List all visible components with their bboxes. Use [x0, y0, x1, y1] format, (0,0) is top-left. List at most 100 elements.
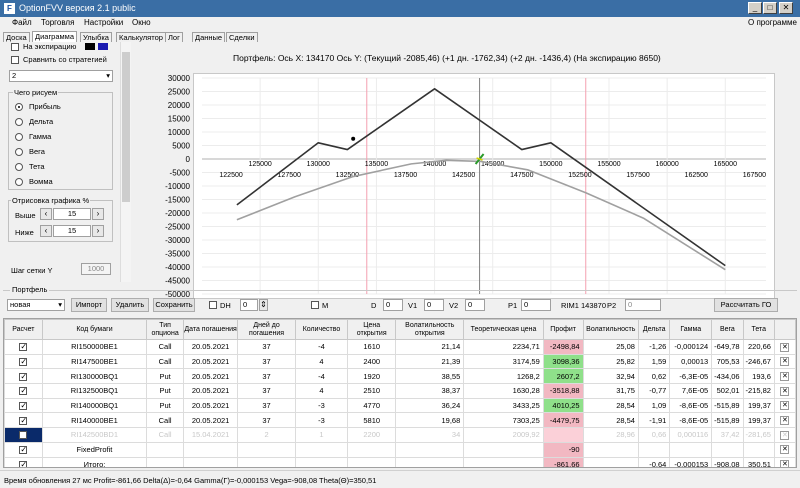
above-increase-button[interactable]: › [92, 208, 104, 220]
remove-row-icon[interactable]: ✕ [780, 401, 790, 411]
tab-log[interactable]: Лог [165, 32, 183, 42]
dh-spinner[interactable]: ⇕ [259, 299, 268, 311]
cell-calc[interactable] [4, 353, 43, 370]
radio-theta[interactable] [15, 163, 23, 171]
remove-row-icon[interactable]: ✕ [780, 342, 790, 352]
radio-vega[interactable] [15, 148, 23, 156]
expiry-color-blue[interactable] [98, 43, 108, 50]
header-delta[interactable]: Дельта [637, 319, 671, 340]
calc-margin-button[interactable]: Рассчитать ГО [714, 298, 778, 312]
calc-checkbox[interactable] [19, 401, 28, 411]
maximize-button[interactable]: □ [763, 2, 777, 14]
expiry-checkbox[interactable] [11, 43, 19, 51]
calc-checkbox[interactable] [19, 386, 28, 396]
cell-close[interactable]: ✕ [773, 368, 796, 385]
tab-calculator[interactable]: Калькулятор [116, 32, 166, 42]
tab-deals[interactable]: Сделки [226, 32, 258, 42]
header-gamma[interactable]: Гамма [669, 319, 713, 340]
cell-close[interactable]: ✕ [773, 353, 796, 370]
calc-checkbox[interactable] [19, 460, 28, 467]
table-row[interactable]: RI140000BQ1Put20.05.202137-3477036,24343… [4, 397, 796, 414]
below-increase-button[interactable]: › [92, 225, 104, 237]
cell-calc[interactable] [4, 383, 43, 399]
close-window-button[interactable]: ✕ [779, 2, 793, 14]
p2-field[interactable]: 0 [625, 299, 661, 311]
remove-row-icon[interactable]: ✕ [780, 371, 790, 381]
header-close[interactable] [773, 319, 796, 340]
header-volatility[interactable]: Волатильность [582, 319, 639, 340]
cell-calc[interactable] [4, 456, 43, 467]
header-expiry-date[interactable]: Дата погашения [182, 319, 239, 340]
header-calc[interactable]: Расчет [4, 319, 43, 340]
cell-close[interactable]: ✕ [773, 456, 796, 467]
menu-settings[interactable]: Настройки [84, 18, 123, 27]
header-open-price[interactable]: Цена открытия [347, 319, 397, 340]
tab-board[interactable]: Доска [3, 32, 30, 42]
left-panel-scrollbar[interactable] [120, 42, 131, 282]
header-open-volatility[interactable]: Волатильность открытия [395, 319, 465, 340]
scrollbar-thumb[interactable] [122, 52, 130, 202]
remove-row-icon[interactable]: ✕ [780, 386, 790, 396]
strategy-select[interactable]: 2 ▾ [9, 70, 113, 82]
cell-calc[interactable] [4, 427, 43, 443]
above-value[interactable]: 15 [53, 208, 91, 220]
cell-close[interactable]: ✕ [773, 441, 796, 458]
menu-file[interactable]: Файл [12, 18, 32, 27]
cell-calc[interactable] [4, 412, 43, 429]
remove-row-icon[interactable]: ✕ [780, 460, 790, 467]
header-days-to-expiry[interactable]: Дней до погашения [237, 319, 296, 340]
above-decrease-button[interactable]: ‹ [40, 208, 52, 220]
radio-delta[interactable] [15, 118, 23, 126]
compare-checkbox[interactable] [11, 56, 19, 64]
minimize-button[interactable]: _ [748, 2, 762, 14]
dh-field[interactable]: 0 [240, 299, 258, 311]
header-vega[interactable]: Вега [711, 319, 744, 340]
table-row[interactable]: RI150000BE1Call20.05.202137-4161021,1422… [4, 339, 796, 355]
save-button[interactable]: Сохранить [153, 298, 195, 312]
calc-checkbox[interactable] [19, 357, 28, 367]
cell-calc[interactable] [4, 397, 43, 414]
header-quantity[interactable]: Количество [294, 319, 349, 340]
calc-checkbox[interactable] [19, 342, 28, 352]
cell-calc[interactable] [4, 441, 43, 458]
cell-close[interactable]: ✕ [773, 383, 796, 399]
cell-calc[interactable] [4, 339, 43, 355]
grid-step-field[interactable]: 1000 [81, 263, 111, 275]
header-theoretical-price[interactable]: Теоретическая цена [463, 319, 544, 340]
expiry-color-black[interactable] [85, 43, 95, 50]
calc-checkbox[interactable] [19, 416, 28, 426]
remove-row-icon[interactable]: ✕ [780, 357, 790, 367]
table-row[interactable]: RI147500BE1Call20.05.2021374240021,39317… [4, 353, 796, 370]
cell-close[interactable]: ✕ [773, 339, 796, 355]
cell-close[interactable]: ✕ [773, 412, 796, 429]
remove-row-icon[interactable]: ✕ [780, 445, 790, 455]
radio-profit[interactable] [15, 103, 23, 111]
calc-checkbox[interactable] [19, 431, 28, 440]
d-field[interactable]: 0 [383, 299, 403, 311]
calc-checkbox[interactable] [19, 372, 28, 382]
below-decrease-button[interactable]: ‹ [40, 225, 52, 237]
p1-field[interactable]: 0 [521, 299, 551, 311]
header-code[interactable]: Код бумаги [41, 319, 148, 340]
tab-diagram[interactable]: Диаграмма [32, 31, 78, 42]
below-value[interactable]: 15 [53, 225, 91, 237]
table-row[interactable]: RI130000BQ1Put20.05.202137-4192038,55126… [4, 368, 796, 385]
cell-calc[interactable] [4, 368, 43, 385]
header-theta[interactable]: Тета [742, 319, 775, 340]
m-checkbox[interactable] [311, 301, 319, 309]
profit-chart[interactable]: 30000 25000 20000 15000 10000 5000 0 -5000 -1000… [165, 74, 774, 299]
delete-button[interactable]: Удалить [111, 298, 149, 312]
remove-row-icon[interactable]: ✕ [780, 416, 790, 426]
remove-row-icon[interactable]: ✕ [780, 430, 790, 440]
menu-window[interactable]: Окно [132, 18, 151, 27]
radio-gamma[interactable] [15, 133, 23, 141]
radio-vomma[interactable] [15, 178, 23, 186]
dh-checkbox[interactable] [209, 301, 217, 309]
table-row[interactable]: RI140000BE1Call20.05.202137-3581019,6873… [4, 412, 796, 429]
cell-close[interactable]: ✕ [773, 397, 796, 414]
table-row[interactable]: RI142500BD1 Call 15.04.2021 2 1 2200 34 2009,92… [4, 427, 796, 443]
calc-checkbox[interactable] [19, 445, 28, 455]
table-row[interactable]: RI132500BQ1Put20.05.2021374251038,371630… [4, 383, 796, 399]
header-option-type[interactable]: Тип опциона [146, 319, 184, 340]
v1-field[interactable]: 0 [424, 299, 444, 311]
